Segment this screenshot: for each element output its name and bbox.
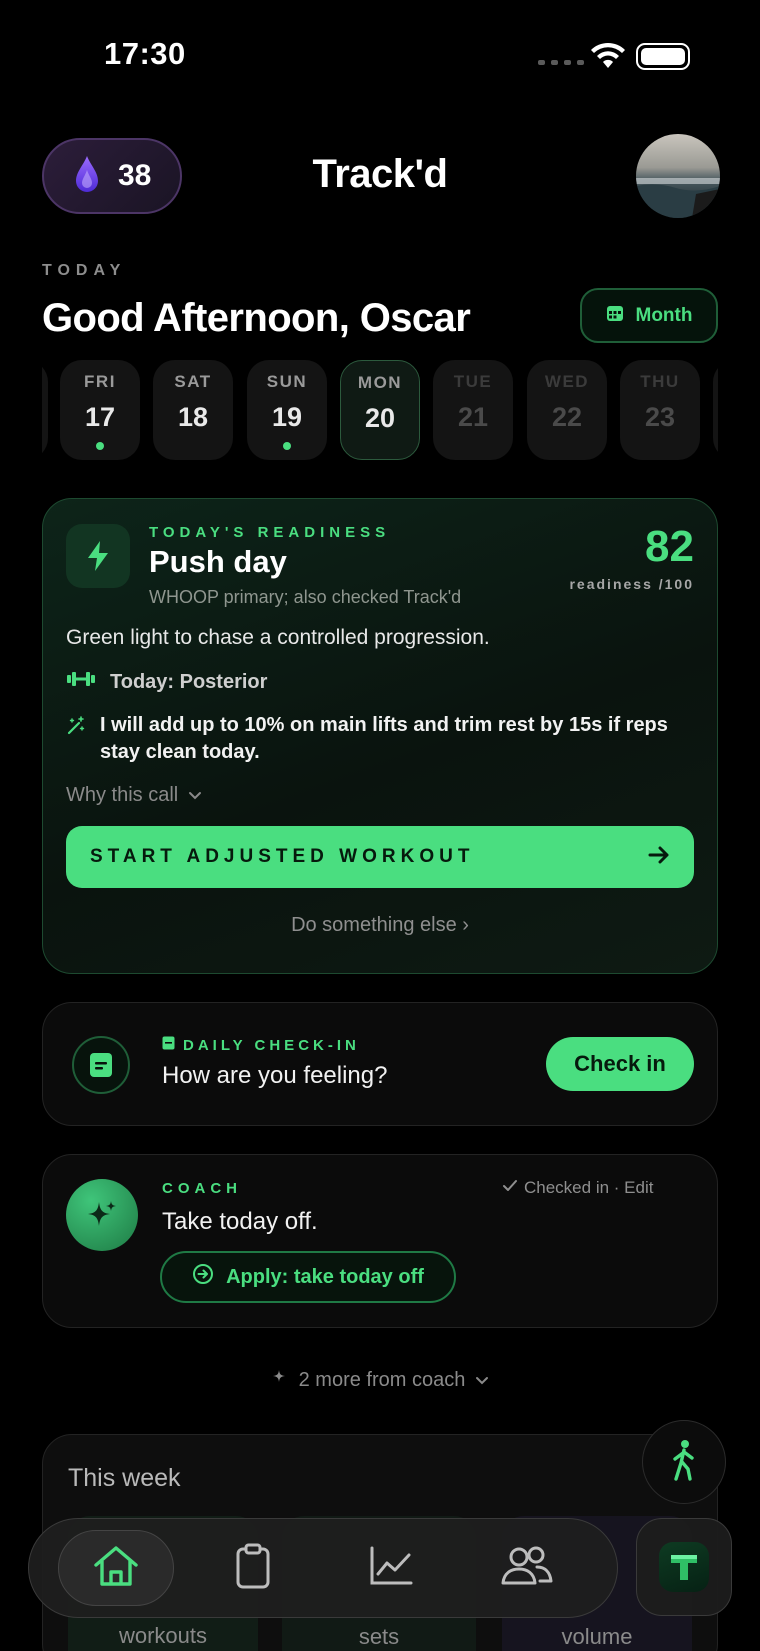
stat-label-workouts: workouts [118, 1623, 208, 1648]
tab-home[interactable] [58, 1530, 174, 1606]
do-something-else-link[interactable]: Do something else › [42, 914, 718, 937]
clipboard-icon [235, 1543, 271, 1594]
plan-row: I will add up to 10% on main lifts and t… [66, 712, 696, 766]
battery-icon [636, 43, 690, 70]
day-label: THU [640, 372, 680, 391]
more-from-coach-link[interactable]: 2 more from coach [0, 1368, 760, 1392]
readiness-score-label: readiness /100 [569, 576, 694, 592]
tab-progress[interactable] [346, 1530, 436, 1606]
check-in-button[interactable]: Check in [546, 1037, 694, 1091]
day-thu[interactable]: THU 23 [620, 360, 700, 460]
more-from-coach-text: 2 more from coach [298, 1368, 466, 1391]
day-tue[interactable]: TUE 21 [433, 360, 513, 460]
why-this-call-link[interactable]: Why this call [66, 784, 202, 807]
coach-status-text: Checked in · Edit [524, 1178, 654, 1197]
magic-wand-icon [66, 712, 86, 766]
coach-status[interactable]: Checked in · Edit [502, 1178, 653, 1198]
checkin-label-row: DAILY CHECK-IN [162, 1036, 360, 1054]
apply-coach-button[interactable]: Apply: take today off [160, 1251, 456, 1303]
day-mon[interactable]: MON 20 [340, 360, 420, 460]
avatar[interactable] [636, 134, 720, 218]
home-icon [92, 1544, 140, 1593]
readiness-label: TODAY'S READINESS [149, 524, 391, 541]
day-wed[interactable]: WED 22 [527, 360, 607, 460]
dumbbell-icon [66, 670, 96, 694]
stat-label-sets: sets [358, 1624, 400, 1649]
activity-dot [96, 442, 104, 450]
day-label: SAT [174, 372, 212, 391]
this-week-title: This week [68, 1464, 181, 1492]
day-fri[interactable]: FRI 17 [60, 360, 140, 460]
arrow-right-icon [648, 846, 670, 869]
chart-icon [369, 1546, 413, 1591]
tab-workouts[interactable] [208, 1530, 298, 1606]
readiness-title: Push day [149, 544, 287, 579]
day-number: 18 [177, 402, 209, 432]
month-button-label: Month [635, 304, 693, 326]
sparkle-small-icon [271, 1368, 289, 1392]
journal-small-icon [162, 1036, 175, 1054]
why-text: Why this call [66, 784, 179, 806]
coach-message: Take today off. [162, 1208, 318, 1235]
day-sat[interactable]: SAT 18 [153, 360, 233, 460]
focus-row: Today: Posterior [66, 670, 267, 694]
checkmark-icon [502, 1178, 518, 1198]
readiness-subtitle: WHOOP primary; also checked Track'd [149, 587, 462, 607]
activity-dot [283, 442, 291, 450]
day-label: SUN [266, 372, 308, 391]
stat-label-volume: volume [561, 1624, 633, 1649]
sparkle-icon [66, 1179, 138, 1251]
start-workout-button[interactable]: START ADJUSTED WORKOUT [66, 826, 694, 888]
greeting-text: Good Afternoon, Oscar [42, 296, 471, 340]
focus-text: Today: Posterior [110, 670, 268, 693]
status-time: 17:30 [104, 36, 186, 71]
day-number: 22 [551, 402, 583, 432]
day-label: TUE [453, 372, 493, 391]
day-label: WED [544, 372, 590, 391]
day-label: FRI [84, 372, 116, 391]
plan-text: I will add up to 10% on main lifts and t… [100, 714, 668, 763]
coach-label: COACH [162, 1180, 242, 1197]
start-workout-label: START ADJUSTED WORKOUT [90, 846, 475, 867]
day-number: 17 [84, 402, 116, 432]
wifi-icon [590, 42, 626, 75]
day-partial-next[interactable] [713, 360, 718, 460]
bolt-icon [66, 524, 130, 588]
calendar-icon [606, 304, 624, 328]
journal-icon [72, 1036, 130, 1094]
people-icon [500, 1546, 554, 1591]
day-number: 21 [457, 402, 489, 432]
trackd-logo-button[interactable] [636, 1518, 732, 1616]
checkin-question: How are you feeling? [162, 1062, 388, 1089]
tab-community[interactable] [482, 1530, 572, 1606]
trackd-logo-icon [659, 1542, 709, 1592]
day-number: 23 [644, 402, 676, 432]
checkin-label: DAILY CHECK-IN [183, 1036, 360, 1054]
day-strip[interactable]: FRI 17 SAT 18 SUN 19 MON 20 TUE 21 WED 2… [42, 360, 718, 462]
readiness-message: Green light to chase a controlled progre… [66, 626, 490, 649]
day-number: 19 [271, 402, 303, 432]
day-partial-prev[interactable] [42, 360, 48, 460]
walk-button[interactable] [642, 1420, 726, 1504]
chevron-down-icon [475, 1369, 489, 1392]
day-label: MON [357, 373, 403, 392]
readiness-score: 82 [645, 522, 694, 571]
today-label: TODAY [42, 262, 127, 279]
walking-person-icon [670, 1439, 698, 1486]
month-button[interactable]: Month [580, 288, 718, 343]
cellular-signal-icon [538, 60, 584, 65]
circle-arrow-icon [192, 1263, 214, 1291]
day-number: 20 [364, 403, 396, 433]
apply-coach-label: Apply: take today off [226, 1265, 424, 1288]
day-sun[interactable]: SUN 19 [247, 360, 327, 460]
chevron-down-icon [188, 784, 202, 807]
